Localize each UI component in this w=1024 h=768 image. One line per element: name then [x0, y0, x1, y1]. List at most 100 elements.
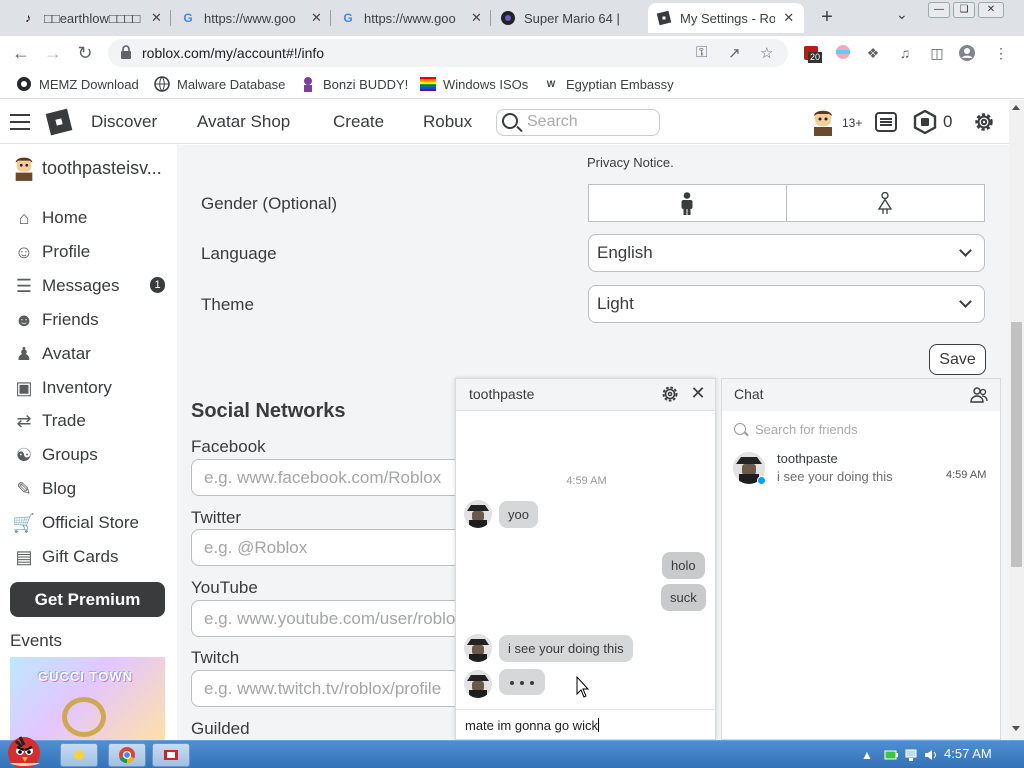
bookmark-star-icon[interactable]: ☆ — [760, 44, 773, 62]
side-panel-icon[interactable]: ◫ — [928, 44, 946, 62]
bookmark-egyptian-embassy[interactable]: W Egyptian Embassy — [543, 76, 674, 92]
bookmark-windows-isos[interactable]: Windows ISOs — [420, 76, 528, 92]
volume-icon[interactable] — [924, 748, 938, 762]
youtube-input[interactable] — [204, 609, 484, 629]
browser-tab-tiktok[interactable]: ♪ □□earthlow□□□□ ✕ — [12, 3, 172, 33]
twitch-input[interactable] — [204, 679, 484, 699]
sidebar-item-groups[interactable]: ☯ Groups — [12, 443, 98, 467]
forward-button[interactable]: → — [42, 42, 64, 64]
menu-hamburger-icon[interactable] — [10, 114, 30, 130]
flag-extension-icon[interactable] — [834, 44, 852, 62]
page-scrollbar[interactable] — [1009, 100, 1024, 740]
conversation-settings-gear-icon[interactable] — [661, 385, 679, 403]
event-banner-gucci-town[interactable]: GUCCI TOWN — [10, 657, 165, 741]
gender-female-button[interactable] — [787, 185, 985, 221]
notifications-list-icon[interactable] — [874, 110, 898, 134]
browser-tab-google-1[interactable]: G https://www.goo ✕ — [172, 3, 332, 33]
tab-search-chevron-icon[interactable]: ⌄ — [896, 6, 908, 23]
browser-menu-icon[interactable]: ⋮ — [992, 44, 1010, 62]
chat-conversation-row[interactable]: toothpaste i see your doing this 4:59 AM — [722, 447, 1000, 487]
bookmark-bonzi[interactable]: Bonzi BUDDY! — [300, 76, 408, 92]
message-input[interactable]: mate im gonna go wick — [456, 709, 715, 739]
save-button[interactable]: Save — [929, 344, 986, 375]
friend-search[interactable] — [734, 419, 955, 439]
conversation-header[interactable]: toothpaste ✕ — [456, 379, 715, 411]
sidebar-item-trade[interactable]: ⇄ Trade — [12, 409, 85, 433]
roblox-logo[interactable] — [45, 108, 73, 136]
sidebar-item-blog[interactable]: ✎ Blog — [12, 477, 76, 501]
scroll-up-arrow-icon[interactable] — [1012, 105, 1020, 110]
new-tab-button[interactable]: + — [816, 6, 838, 28]
close-icon[interactable]: ✕ — [469, 10, 484, 26]
theme-select[interactable]: Light — [588, 285, 985, 323]
url-text[interactable]: roblox.com/my/account#!/info — [142, 45, 324, 61]
close-icon[interactable]: ✕ — [781, 10, 796, 26]
sidebar-item-friends[interactable]: ☻ Friends — [12, 308, 99, 332]
robux-icon[interactable] — [913, 110, 937, 134]
facebook-input[interactable] — [204, 468, 484, 488]
sidebar-item-official-store[interactable]: 🛒 Official Store — [12, 511, 139, 535]
scroll-down-arrow-icon[interactable] — [1012, 726, 1020, 731]
nav-discover[interactable]: Discover — [91, 112, 157, 132]
friend-avatar[interactable] — [464, 670, 492, 698]
sidebar-item-profile[interactable]: ☺ Profile — [12, 240, 90, 264]
start-button-angry-bird-icon[interactable] — [2, 731, 48, 768]
close-icon[interactable]: ✕ — [309, 10, 324, 26]
get-premium-button[interactable]: Get Premium — [10, 582, 165, 617]
share-icon[interactable]: ↗ — [728, 44, 741, 62]
chat-panel-header[interactable]: Chat — [722, 379, 1000, 411]
twitch-field[interactable] — [191, 670, 491, 707]
close-icon[interactable]: ✕ — [149, 10, 164, 26]
taskbar-app-button[interactable] — [152, 743, 190, 767]
sidebar-user[interactable]: toothpasteisv... — [12, 155, 162, 181]
extension-icon[interactable]: 20 — [802, 44, 823, 63]
user-avatar-icon[interactable] — [810, 108, 836, 136]
sidebar-item-avatar[interactable]: ♟ Avatar — [12, 342, 91, 366]
network-icon[interactable] — [904, 748, 918, 762]
sidebar-item-gift-cards[interactable]: ▤ Gift Cards — [12, 545, 118, 569]
friend-avatar[interactable] — [464, 500, 492, 528]
battery-icon[interactable] — [884, 748, 898, 762]
maximize-button[interactable]: ❏ — [953, 2, 975, 18]
taskbar-explorer-button[interactable] — [60, 743, 98, 767]
sidebar-item-inventory[interactable]: ▣ Inventory — [12, 376, 111, 400]
taskbar-chrome-button[interactable] — [108, 743, 146, 767]
facebook-field[interactable] — [191, 459, 491, 496]
privacy-notice-link[interactable]: Privacy Notice. — [587, 155, 674, 170]
sidebar-item-messages[interactable]: ☰ Messages — [12, 274, 120, 298]
roblox-search[interactable] — [496, 109, 660, 136]
message-input-value[interactable]: mate im gonna go wick — [465, 718, 598, 733]
media-controls-icon[interactable]: ♫ — [896, 44, 914, 62]
search-input[interactable] — [527, 113, 655, 131]
nav-avatar-shop[interactable]: Avatar Shop — [197, 112, 290, 132]
sidebar-item-home[interactable]: ⌂ Home — [12, 206, 88, 230]
twitter-field[interactable] — [191, 529, 491, 566]
add-friends-icon[interactable] — [970, 386, 988, 404]
gender-male-button[interactable] — [589, 185, 787, 221]
taskbar-clock[interactable]: 4:57 AM — [944, 746, 992, 761]
bookmark-memz[interactable]: MEMZ Download — [16, 76, 139, 92]
back-button[interactable]: ← — [10, 42, 32, 64]
robux-balance[interactable]: 0 — [943, 112, 952, 132]
window-close-button[interactable]: ✕ — [978, 2, 1004, 18]
tray-chevron-icon[interactable]: ▲ — [861, 748, 875, 762]
twitter-input[interactable] — [204, 538, 484, 558]
language-select[interactable]: English — [588, 234, 985, 272]
close-icon[interactable]: ✕ — [689, 384, 707, 402]
scrollbar-thumb[interactable] — [1011, 322, 1022, 567]
profile-avatar-icon[interactable] — [958, 44, 976, 62]
reload-button[interactable]: ↻ — [74, 42, 96, 64]
youtube-field[interactable] — [191, 600, 491, 637]
nav-robux[interactable]: Robux — [423, 112, 472, 132]
friend-avatar[interactable] — [464, 634, 492, 662]
settings-gear-icon[interactable] — [972, 110, 996, 134]
bookmark-malware-db[interactable]: Malware Database — [154, 76, 285, 92]
browser-tab-mario[interactable]: Super Mario 64 | — [492, 3, 648, 33]
browser-tab-google-2[interactable]: G https://www.goo ✕ — [332, 3, 492, 33]
minimize-button[interactable]: — — [928, 2, 950, 18]
puzzle-extensions-icon[interactable]: ❖ — [864, 44, 882, 62]
friend-search-input[interactable] — [755, 421, 955, 437]
nav-create[interactable]: Create — [333, 112, 384, 132]
address-bar[interactable]: roblox.com/my/account#!/info ⚿ ↗ ☆ — [108, 39, 788, 67]
key-icon[interactable]: ⚿ — [696, 44, 707, 61]
